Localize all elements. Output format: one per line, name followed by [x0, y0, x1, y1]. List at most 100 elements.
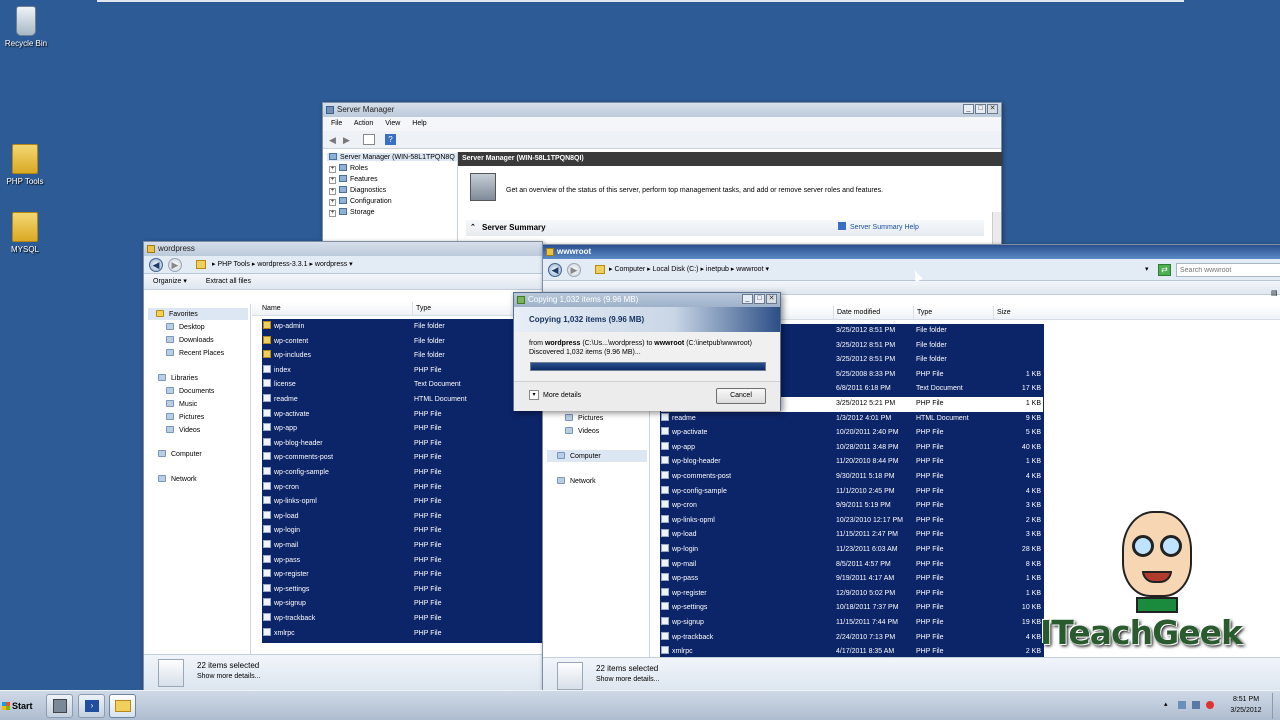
tray-volume-muted-icon[interactable]	[1206, 701, 1214, 709]
maximize-button[interactable]: □	[754, 294, 765, 304]
dialog-titlebar[interactable]: Copying 1,032 items (9.96 MB) _ □ ✕	[514, 293, 780, 307]
breadcrumb-item[interactable]: PHP Tools	[217, 261, 249, 268]
nav-pictures[interactable]: Pictures	[166, 413, 204, 421]
tray-flag-icon[interactable]	[1178, 701, 1186, 709]
nav-desktop[interactable]: Desktop	[166, 323, 205, 331]
file-row[interactable]: wp-mail 8/5/2011 4:57 PM PHP File 8 KB	[661, 558, 1043, 573]
taskbar-explorer-button[interactable]	[109, 694, 136, 718]
clock-date[interactable]: 3/25/2012	[1224, 707, 1268, 714]
file-row[interactable]: wp-blog-header PHP File	[263, 437, 541, 452]
help-icon[interactable]: ?	[385, 134, 396, 145]
maximize-button[interactable]: □	[975, 104, 986, 114]
minimize-button[interactable]: _	[742, 294, 753, 304]
file-row[interactable]: wp-includes File folder	[263, 349, 541, 364]
forward-button[interactable]: ▶	[567, 263, 581, 277]
back-button[interactable]: ◀	[149, 258, 163, 272]
column-type[interactable]: Type	[913, 306, 993, 320]
tree-item-features[interactable]: + Features	[329, 175, 378, 184]
nav-pictures[interactable]: Pictures	[565, 414, 603, 422]
details-pane-icon[interactable]: ▤	[1271, 289, 1280, 299]
show-more-details-link[interactable]: Show more details...	[596, 676, 659, 683]
show-desktop-button[interactable]	[1272, 693, 1280, 719]
file-row[interactable]: wp-app PHP File	[263, 422, 541, 437]
nav-documents[interactable]: Documents	[166, 387, 214, 395]
menu-help[interactable]: Help	[412, 120, 426, 127]
close-button[interactable]: ✕	[766, 294, 777, 304]
file-row[interactable]: wp-login 11/23/2011 6:03 AM PHP File 28 KB	[661, 543, 1043, 558]
file-row[interactable]: wp-config-sample PHP File	[263, 466, 541, 481]
taskbar-powershell-button[interactable]: ›	[78, 694, 105, 718]
nav-favorites[interactable]: Favorites	[148, 308, 248, 320]
nav-computer[interactable]: Computer	[547, 450, 647, 462]
tree-root[interactable]: Server Manager (WIN-58L1TPQN8Q	[327, 153, 457, 161]
back-arrow-icon[interactable]: ◀	[329, 135, 336, 146]
file-row[interactable]: readme 1/3/2012 4:01 PM HTML Document 9 KB	[661, 412, 1043, 427]
tray-expand-icon[interactable]: ▴	[1164, 700, 1168, 708]
nav-network[interactable]: Network	[158, 475, 197, 483]
file-row[interactable]: wp-register 12/9/2010 5:02 PM PHP File 1 KB	[661, 587, 1043, 602]
nav-libraries[interactable]: Libraries	[158, 374, 198, 382]
forward-arrow-icon[interactable]: ▶	[343, 135, 350, 146]
organize-button[interactable]: Organize ▾	[153, 278, 187, 285]
cancel-button[interactable]: Cancel	[716, 388, 766, 404]
breadcrumb[interactable]: ▸ PHP Tools ▸ wordpress-3.3.1 ▸ wordpres…	[212, 256, 353, 274]
file-row[interactable]: wp-settings PHP File	[263, 583, 541, 598]
file-row[interactable]: wp-cron 9/9/2011 5:19 PM PHP File 3 KB	[661, 499, 1043, 514]
file-row[interactable]: wp-comments-post PHP File	[263, 451, 541, 466]
taskbar-server-manager-button[interactable]	[46, 694, 73, 718]
file-row[interactable]: wp-links-opml 10/23/2010 12:17 PM PHP File…	[661, 514, 1043, 529]
file-row[interactable]: wp-config-sample 11/1/2010 2:45 PM PHP Fil…	[661, 485, 1043, 500]
desktop-icon-mysql[interactable]: MYSQL	[0, 212, 55, 254]
wordpress-titlebar[interactable]: wordpress	[144, 242, 542, 256]
file-row[interactable]: wp-activate 10/20/2011 2:40 PM PHP File 5 K…	[661, 426, 1043, 441]
close-button[interactable]: ✕	[987, 104, 998, 114]
forward-button[interactable]: ▶	[168, 258, 182, 272]
menu-action[interactable]: Action	[354, 120, 373, 127]
file-row[interactable]: index PHP File	[263, 364, 541, 379]
file-row[interactable]: wp-blog-header 11/20/2010 8:44 PM PHP File…	[661, 455, 1043, 470]
file-row[interactable]: wp-links-opml PHP File	[263, 495, 541, 510]
show-more-details-link[interactable]: Show more details...	[197, 673, 260, 680]
breadcrumb-item[interactable]: wordpress-3.3.1	[257, 261, 307, 268]
file-row[interactable]: wp-settings 10/18/2011 7:37 PM PHP File 10 …	[661, 601, 1043, 616]
breadcrumb-item[interactable]: Local Disk (C:)	[653, 266, 699, 273]
server-manager-titlebar[interactable]: Server Manager _ □ ✕	[323, 103, 1001, 117]
nav-music[interactable]: Music	[166, 400, 197, 408]
tree-item-diagnostics[interactable]: + Diagnostics	[329, 186, 386, 195]
nav-network[interactable]: Network	[557, 477, 596, 485]
file-row[interactable]: wp-signup PHP File	[263, 597, 541, 612]
tree-item-roles[interactable]: + Roles	[329, 164, 368, 173]
file-row[interactable]: wp-content File folder	[263, 335, 541, 350]
search-input[interactable]	[1176, 263, 1280, 277]
tray-network-icon[interactable]	[1192, 701, 1200, 709]
more-details-toggle[interactable]: More details	[543, 392, 581, 399]
file-row[interactable]: wp-activate PHP File	[263, 408, 541, 423]
file-row[interactable]: wp-cron PHP File	[263, 481, 541, 496]
file-row[interactable]: wp-register PHP File	[263, 568, 541, 583]
nav-computer[interactable]: Computer	[158, 450, 202, 458]
menu-file[interactable]: File	[331, 120, 342, 127]
file-row[interactable]: wp-login PHP File	[263, 524, 541, 539]
file-row[interactable]: wp-admin File folder	[263, 320, 541, 335]
nav-downloads[interactable]: Downloads	[166, 336, 214, 344]
breadcrumb-item[interactable]: inetpub	[706, 266, 729, 273]
show-hide-tree-icon[interactable]	[363, 134, 375, 145]
collapse-icon[interactable]: ⌃	[470, 220, 476, 236]
nav-videos[interactable]: Videos	[565, 427, 599, 435]
server-summary-help-link[interactable]: Server Summary Help	[838, 220, 919, 236]
file-row[interactable]: wp-trackback 2/24/2010 7:13 PM PHP File 4 K…	[661, 631, 1043, 646]
file-row[interactable]: wp-app 10/28/2011 3:48 PM PHP File 40 KB	[661, 441, 1043, 456]
refresh-icon[interactable]: ⇄	[1158, 264, 1171, 276]
breadcrumb-item[interactable]: wwwroot	[736, 266, 763, 273]
file-row[interactable]: wp-trackback PHP File	[263, 612, 541, 627]
column-name[interactable]: Name	[252, 302, 412, 316]
breadcrumb-item[interactable]: wordpress	[315, 261, 347, 268]
file-row[interactable]: wp-load PHP File	[263, 510, 541, 525]
desktop-icon-php-tools[interactable]: PHP Tools	[0, 144, 55, 186]
extract-all-files-button[interactable]: Extract all files	[206, 278, 251, 285]
destination-folder-link[interactable]: wwwroot	[654, 340, 684, 347]
clock-time[interactable]: 8:51 PM	[1224, 696, 1268, 703]
nav-recent-places[interactable]: Recent Places	[166, 349, 224, 357]
file-row[interactable]: xmlrpc PHP File	[263, 627, 541, 642]
minimize-button[interactable]: _	[963, 104, 974, 114]
